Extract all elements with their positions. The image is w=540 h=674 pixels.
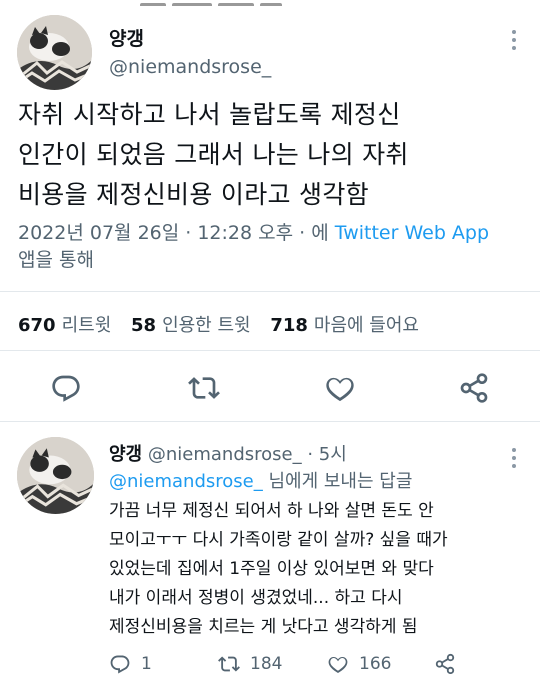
reply-text-line: 있었는데 집에서 1주일 이상 있어보면 와 맞다 — [109, 559, 434, 579]
retweet-icon — [188, 377, 220, 399]
reply-reply-count: 1 — [141, 654, 152, 674]
retweet-button[interactable] — [188, 372, 220, 404]
reply-author-avatar[interactable] — [17, 437, 94, 514]
reply-retweet-count: 184 — [250, 654, 283, 674]
replying-to-suffix: 님에게 보내는 답글 — [268, 471, 413, 492]
reply-like-button[interactable]: 166 — [327, 652, 391, 674]
author-avatar[interactable] — [17, 15, 92, 90]
retweets-count: 670 — [18, 315, 56, 336]
replying-to-mention[interactable]: @niemandsrose_ — [109, 471, 263, 492]
heart-icon — [328, 657, 348, 673]
tweet-text-line: 자취 시작하고 나서 놀랍도록 제정신 — [18, 100, 401, 129]
tweet-timestamp[interactable]: 2022년 07월 26일 · 12:28 오후 · 에 — [18, 222, 329, 244]
replying-to: @niemandsrose_ 님에게 보내는 답글 — [109, 467, 412, 493]
retweets-stat[interactable]: 670 리트윗 — [18, 315, 111, 336]
tweet-text: 자취 시작하고 나서 놀랍도록 제정신 인간이 되었음 그래서 나는 나의 자취… — [18, 95, 518, 215]
reply-header: 양갱 @niemandsrose_ · 5시 — [109, 440, 347, 466]
reply-text-line: 가끔 너무 제정신 되어서 하 나와 살면 돈도 안 — [109, 501, 434, 521]
tweet-source-link[interactable]: Twitter Web App — [335, 222, 489, 244]
reply-more-options-icon[interactable] — [512, 448, 518, 472]
divider — [0, 291, 540, 292]
reply-text: 가끔 너무 제정신 되어서 하 나와 살면 돈도 안 모이고ㅜㅜ 다시 가족이랑… — [109, 497, 519, 642]
reply-author-name[interactable]: 양갱 — [109, 444, 142, 465]
quotes-label: 인용한 트윗 — [162, 315, 251, 336]
reply-author-handle[interactable]: @niemandsrose_ — [148, 444, 302, 465]
reply-text-line: 제정신비용을 치르는 게 낫다고 생각하게 됨 — [109, 617, 418, 637]
likes-count: 718 — [270, 315, 308, 336]
author-name[interactable]: 양갱 — [109, 24, 144, 51]
quotes-stat[interactable]: 58 인용한 트윗 — [131, 315, 251, 336]
reply-retweet-button[interactable]: 184 — [218, 652, 282, 674]
more-options-icon[interactable] — [512, 30, 518, 54]
heart-icon — [326, 377, 354, 402]
comment-icon — [110, 655, 130, 674]
tweet-metadata: 2022년 07월 26일 · 12:28 오후 · 에 Twitter Web… — [18, 220, 518, 274]
likes-label: 마음에 들어요 — [313, 315, 419, 336]
tweet-text-line: 인간이 되었음 그래서 나는 나의 자취 — [18, 140, 409, 169]
reply-like-count: 166 — [359, 654, 392, 674]
retweets-label: 리트윗 — [61, 315, 112, 336]
reply-button[interactable] — [50, 372, 82, 404]
tweet-text-line: 비용을 제정신비용 이라고 생각함 — [18, 180, 369, 209]
author-handle[interactable]: @niemandsrose_ — [109, 56, 271, 78]
share-icon — [435, 653, 455, 674]
likes-stat[interactable]: 718 마음에 들어요 — [270, 315, 419, 336]
like-button[interactable] — [324, 372, 356, 404]
cut-off-previous-text — [140, 0, 340, 6]
reply-text-line: 내가 이래서 정병이 생겼었네... 하고 다시 — [109, 588, 403, 608]
share-icon — [460, 373, 488, 403]
tweet-source-suffix: 앱을 통해 — [18, 249, 94, 271]
share-button[interactable] — [458, 372, 490, 404]
retweet-icon — [218, 656, 240, 672]
tweet-stats: 670 리트윗 58 인용한 트윗 718 마음에 들어요 — [18, 311, 433, 337]
reply-reply-button[interactable]: 1 — [109, 652, 152, 674]
reply-text-line: 모이고ㅜㅜ 다시 가족이랑 같이 살까? 싶을 때가 — [109, 530, 448, 550]
reply-time[interactable]: · 5시 — [307, 444, 346, 465]
quotes-count: 58 — [131, 315, 157, 336]
reply-share-button[interactable] — [434, 652, 466, 674]
divider — [0, 350, 540, 351]
divider — [0, 421, 540, 422]
comment-icon — [52, 375, 80, 402]
